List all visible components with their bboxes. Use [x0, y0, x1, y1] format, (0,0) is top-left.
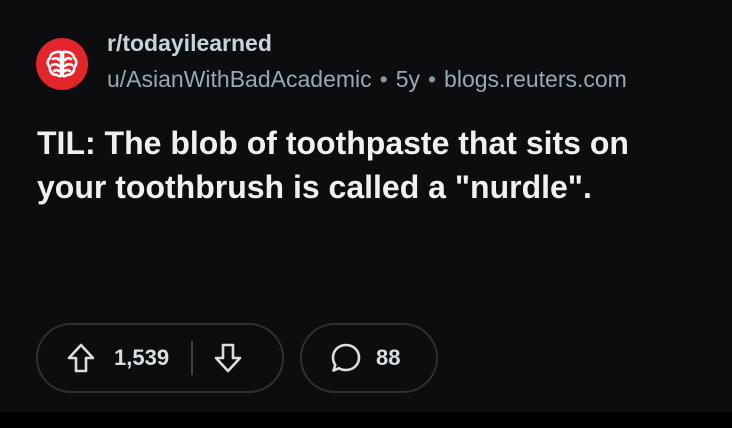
post-meta: u/AsianWithBadAcademic • 5y • blogs.reut…: [107, 66, 627, 93]
comment-count: 88: [376, 345, 401, 370]
comment-bubble-icon: [328, 340, 364, 376]
bottom-edge: [0, 412, 732, 428]
meta-separator: •: [379, 66, 388, 92]
arrow-up-icon: [67, 343, 95, 373]
downvote-button[interactable]: [211, 341, 245, 375]
post-age: 5y: [395, 66, 420, 92]
author-link[interactable]: u/AsianWithBadAcademic: [107, 66, 372, 93]
subreddit-name[interactable]: r/todayilearned: [107, 30, 272, 57]
brain-icon: [46, 50, 78, 78]
vote-divider: [191, 341, 194, 375]
upvote-button[interactable]: [64, 341, 98, 375]
post-card[interactable]: r/todayilearned u/AsianWithBadAcademic •…: [0, 0, 732, 412]
comments-button[interactable]: 88: [300, 323, 438, 393]
vote-score: 1,539: [114, 345, 170, 370]
link-domain[interactable]: blogs.reuters.com: [444, 66, 627, 93]
vote-bar: 1,539: [36, 323, 284, 393]
subreddit-avatar[interactable]: [36, 38, 88, 90]
arrow-down-icon: [214, 343, 242, 373]
post-title[interactable]: TIL: The blob of toothpaste that sits on…: [37, 121, 707, 209]
meta-separator: •: [427, 66, 437, 92]
